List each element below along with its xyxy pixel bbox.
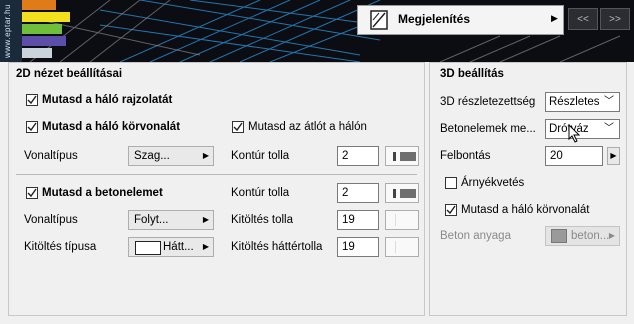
pen-bar-icon: [395, 241, 396, 253]
logo-stripe-grey: [22, 48, 52, 58]
pen-bar-icon: [393, 152, 396, 161]
popup-arrow-icon: ▶: [202, 151, 209, 160]
fill-type-value: Hátt...: [163, 241, 194, 253]
detail-level-label: 3D részletezettség: [440, 96, 536, 108]
show-outline-3d-label: Mutasd a háló körvonalát: [461, 204, 590, 216]
appearance-icon: [370, 10, 388, 30]
concrete-display-dropdown[interactable]: Drótváz ﹀: [545, 119, 620, 139]
logo-text: www.eptar.hu: [3, 4, 12, 59]
next-page-button[interactable]: >>: [600, 8, 630, 30]
show-mesh-drawing-label: Mutasd a háló rajzolatát: [42, 94, 173, 106]
checkmark-icon: [27, 188, 37, 198]
resolution-arrow-button[interactable]: ▶: [607, 147, 620, 165]
chevron-down-icon: ﹀: [604, 123, 614, 134]
fill-pen-input[interactable]: 19: [337, 210, 379, 230]
logo-stripe-yellow: [22, 12, 70, 22]
show-concrete-label: Mutasd a betonelemet: [42, 187, 163, 199]
menu-arrow-icon: ▶: [551, 13, 558, 23]
popup-arrow-icon: ▶: [202, 242, 209, 251]
popup-arrow-icon: ▶: [608, 231, 615, 240]
fill-type-label: Kitöltés típusa: [24, 241, 97, 253]
pen-bar-icon: [393, 189, 396, 198]
line-type-label: Vonaltípus: [24, 150, 78, 162]
show-diagonal-checkbox[interactable]: [232, 121, 244, 133]
line-type-value-2: Folyt...: [134, 214, 169, 226]
logo-stripe-orange: [22, 0, 56, 10]
fill-pattern-icon: [135, 241, 161, 255]
panel-2d-title: 2D nézet beállításai: [16, 68, 123, 80]
outline-pen-label: Kontúr tolla: [231, 150, 290, 162]
outline-pen-swatch[interactable]: [385, 146, 419, 166]
section-separator: [16, 174, 417, 175]
fill-pen-swatch[interactable]: [385, 210, 419, 230]
outline-pen-swatch-2[interactable]: [385, 183, 419, 203]
logo-stripe-purple: [22, 36, 66, 46]
detail-level-value: Részletes: [549, 96, 600, 108]
line-type-value: Szag...: [134, 150, 170, 162]
show-mesh-outline-label: Mutasd a háló körvonalát: [42, 121, 181, 133]
fill-bg-pen-input[interactable]: 19: [337, 237, 379, 257]
detail-level-dropdown[interactable]: Részletes ﹀: [545, 92, 620, 112]
outline-pen-label-2: Kontúr tolla: [231, 187, 290, 199]
checkmark-icon: [27, 122, 37, 132]
fill-pen-label: Kitöltés tolla: [231, 214, 294, 226]
shadow-label: Árnyékvetés: [461, 177, 525, 189]
line-type-popup-button-2[interactable]: Folyt... ▶: [128, 210, 214, 230]
checkmark-icon: [446, 205, 456, 215]
fill-bg-pen-swatch[interactable]: [385, 237, 419, 257]
fill-type-popup-button[interactable]: Hátt... ▶: [128, 237, 214, 257]
popup-arrow-icon: ▶: [202, 215, 209, 224]
pen-color-swatch: [400, 152, 416, 161]
show-concrete-checkbox[interactable]: [26, 187, 38, 199]
show-mesh-drawing-checkbox[interactable]: [26, 94, 38, 106]
line-type-popup-button[interactable]: Szag... ▶: [128, 146, 214, 166]
resolution-label: Felbontás: [440, 150, 491, 162]
material-swatch-icon: [551, 229, 567, 243]
material-popup-button[interactable]: beton... ▶: [545, 226, 620, 246]
prev-page-button[interactable]: <<: [568, 8, 598, 30]
appearance-menu-label: Megjelenítés: [398, 12, 471, 26]
checkmark-icon: [27, 95, 37, 105]
outline-pen-input-2[interactable]: 2: [337, 183, 379, 203]
panel-3d-title: 3D beállítás: [440, 68, 504, 80]
checkmark-icon: [233, 122, 243, 132]
material-value: beton...: [571, 230, 610, 242]
show-outline-3d-checkbox[interactable]: [445, 204, 457, 216]
pen-bar-icon: [395, 214, 396, 226]
mouse-cursor-icon: [568, 124, 581, 143]
logo-stripe-green: [22, 24, 62, 34]
outline-pen-input[interactable]: 2: [337, 146, 379, 166]
show-mesh-outline-checkbox[interactable]: [26, 121, 38, 133]
chevron-down-icon: ﹀: [604, 96, 614, 107]
material-label: Beton anyaga: [440, 230, 511, 242]
shadow-checkbox[interactable]: [445, 177, 457, 189]
fill-bg-pen-label: Kitöltés háttértolla: [231, 241, 323, 253]
concrete-display-label: Betonelemek me...: [440, 123, 536, 135]
line-type-label-2: Vonaltípus: [24, 214, 78, 226]
pen-color-swatch: [400, 189, 416, 198]
resolution-input[interactable]: 20: [545, 146, 603, 166]
show-diagonal-label: Mutasd az átlót a hálón: [248, 121, 367, 133]
